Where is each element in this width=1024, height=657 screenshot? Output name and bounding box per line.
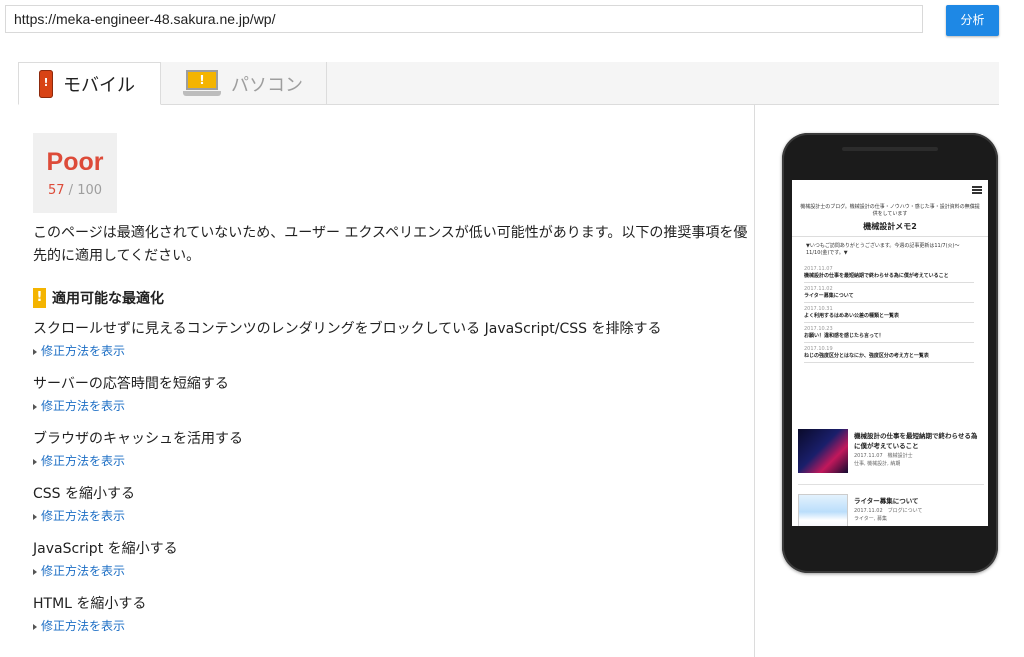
rule-title: HTML を縮小する xyxy=(33,596,147,612)
preview-article-tags: ライター, 募集 xyxy=(854,516,887,522)
show-fix-link[interactable]: 修正方法を表示 xyxy=(33,399,748,414)
preview-news-item: 2017.11.07 機械設計の仕事を最短納期で終わらせる為に僕が考えていること xyxy=(804,263,974,283)
caret-right-icon xyxy=(33,568,37,575)
tab-desktop-label: パソコン xyxy=(231,74,303,96)
preview-topbar xyxy=(792,180,988,204)
analyze-button[interactable]: 分析 xyxy=(946,5,999,36)
preview-news-item: 2017.10.19 ねじの強度区分とはなにか、強度区分の考え方と一覧表 xyxy=(804,343,974,363)
preview-screen: 機械設計士のブログ。機械設計の仕事・ノウハウ・感じた事・設計資料の無償提供をして… xyxy=(792,180,988,526)
summary-text: このページは最適化されていないため、ユーザー エクスペリエンスが低い可能性があり… xyxy=(33,225,748,264)
preview-news-item: 2017.10.31 よく利用するはめあい公差の種類と一覧表 xyxy=(804,303,974,323)
rule-item: CSS を縮小する 修正方法を表示 xyxy=(33,485,748,540)
show-fix-link[interactable]: 修正方法を表示 xyxy=(33,454,748,469)
desktop-monitor-icon: ! xyxy=(183,69,221,98)
preview-notice: ▼いつもご訪問ありがとうございます。今週の記事更新は11/7(火)〜11/10(… xyxy=(806,243,960,256)
rule-title: スクロールせずに見えるコンテンツのレンダリングをブロックしている JavaScr… xyxy=(33,321,662,337)
preview-news-title: よく利用するはめあい公差の種類と一覧表 xyxy=(804,313,900,319)
preview-card-divider xyxy=(798,484,984,485)
caret-right-icon xyxy=(33,513,37,520)
score-label: Poor xyxy=(46,148,104,176)
hamburger-menu-icon xyxy=(972,186,982,194)
preview-news-item: 2017.10.23 お願い！違和感を感じたら言って！ xyxy=(804,323,974,343)
preview-news-title: ねじの強度区分とはなにか、強度区分の考え方と一覧表 xyxy=(804,353,929,359)
show-fix-label: 修正方法を表示 xyxy=(41,619,126,633)
device-tabbar: モバイル ! パソコン xyxy=(18,62,999,105)
show-fix-link[interactable]: 修正方法を表示 xyxy=(33,509,748,524)
tab-desktop[interactable]: ! パソコン xyxy=(161,62,327,105)
mobile-phone-icon xyxy=(39,69,53,98)
tab-mobile[interactable]: モバイル xyxy=(18,62,161,105)
url-input[interactable] xyxy=(5,5,923,33)
phone-preview: 機械設計士のブログ。機械設計の仕事・ノウハウ・感じた事・設計資料の無償提供をして… xyxy=(782,133,998,573)
score-line: 57 / 100 xyxy=(33,183,117,198)
show-fix-label: 修正方法を表示 xyxy=(41,399,126,413)
preview-article-title: 機械設計の仕事を最短納期で終わらせる為に僕が考えていること xyxy=(854,432,978,450)
preview-article-meta: 2017.11.02 ブログについて xyxy=(854,508,923,514)
preview-article-meta: 2017.11.07 機械設計士 xyxy=(854,453,913,459)
show-fix-label: 修正方法を表示 xyxy=(41,509,126,523)
rule-item: JavaScript を縮小する 修正方法を表示 xyxy=(33,540,748,595)
caret-right-icon xyxy=(33,458,37,465)
preview-article-thumbnail xyxy=(798,494,848,526)
show-fix-link[interactable]: 修正方法を表示 xyxy=(33,564,748,579)
phone-speaker xyxy=(842,147,938,151)
preview-site-title: 機械設計メモ2 xyxy=(792,220,988,237)
preview-news-date: 2017.10.31 xyxy=(804,306,833,312)
rule-item: HTML を縮小する 修正方法を表示 xyxy=(33,595,748,650)
panel-divider xyxy=(754,105,755,657)
show-fix-label: 修正方法を表示 xyxy=(41,564,126,578)
preview-article-card: ライター募集について 2017.11.02 ブログについて ライター, 募集 xyxy=(798,494,984,526)
preview-tagline: 機械設計士のブログ。機械設計の仕事・ノウハウ・感じた事・設計資料の無償提供をして… xyxy=(800,204,980,217)
show-fix-link[interactable]: 修正方法を表示 xyxy=(33,344,748,359)
show-fix-link[interactable]: 修正方法を表示 xyxy=(33,619,748,634)
rule-item: サーバーの応答時間を短縮する 修正方法を表示 xyxy=(33,375,748,430)
score-badge: Poor 57 / 100 xyxy=(33,133,117,213)
rule-title: JavaScript を縮小する xyxy=(33,541,178,557)
rule-title: CSS を縮小する xyxy=(33,486,135,502)
score-value: 57 xyxy=(47,183,65,198)
preview-news-item: 2017.11.02 ライター募集について xyxy=(804,283,974,303)
warning-icon: ! xyxy=(33,288,46,308)
preview-news-list: 2017.11.07 機械設計の仕事を最短納期で終わらせる為に僕が考えていること… xyxy=(792,257,988,363)
preview-article-thumbnail xyxy=(798,429,848,473)
preview-article-card: 機械設計の仕事を最短納期で終わらせる為に僕が考えていること 2017.11.07… xyxy=(798,429,984,475)
show-fix-label: 修正方法を表示 xyxy=(41,454,126,468)
preview-news-date: 2017.10.19 xyxy=(804,346,833,352)
preview-news-date: 2017.11.02 xyxy=(804,286,833,292)
rule-list: スクロールせずに見えるコンテンツのレンダリングをブロックしている JavaScr… xyxy=(33,320,748,650)
rule-title: ブラウザのキャッシュを活用する xyxy=(33,431,243,447)
show-fix-label: 修正方法を表示 xyxy=(41,344,126,358)
section-title: 適用可能な最適化 xyxy=(52,291,164,307)
preview-news-title: お願い！違和感を感じたら言って！ xyxy=(804,333,884,339)
rule-title: サーバーの応答時間を短縮する xyxy=(33,376,229,392)
preview-news-title: ライター募集について xyxy=(804,293,854,299)
caret-right-icon xyxy=(33,348,37,355)
caret-right-icon xyxy=(33,623,37,630)
tab-mobile-label: モバイル xyxy=(63,74,135,96)
caret-right-icon xyxy=(33,403,37,410)
preview-news-title: 機械設計の仕事を最短納期で終わらせる為に僕が考えていること xyxy=(804,273,949,279)
rule-item: ブラウザのキャッシュを活用する 修正方法を表示 xyxy=(33,430,748,485)
score-separator: / xyxy=(64,183,78,198)
section-header: ! 適用可能な最適化 xyxy=(33,287,164,309)
preview-news-date: 2017.10.23 xyxy=(804,326,833,332)
preview-article-title: ライター募集について xyxy=(854,497,919,505)
rule-item: スクロールせずに見えるコンテンツのレンダリングをブロックしている JavaScr… xyxy=(33,320,748,375)
preview-news-date: 2017.11.07 xyxy=(804,266,833,272)
preview-article-tags: 仕事, 機械設計, 納期 xyxy=(854,461,901,467)
score-max: 100 xyxy=(77,183,103,198)
